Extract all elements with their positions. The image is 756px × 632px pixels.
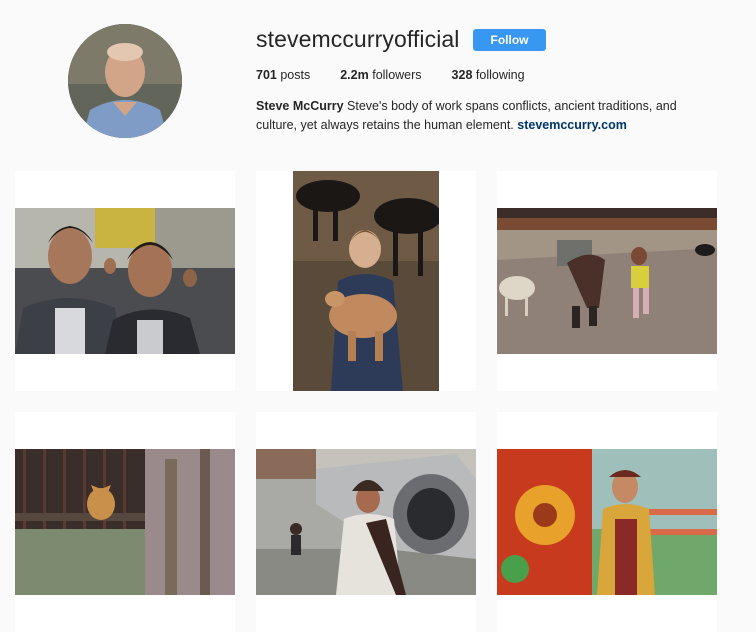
post-thumbnail[interactable] — [497, 412, 717, 632]
post-photo — [15, 208, 235, 354]
post-thumbnail[interactable] — [256, 412, 476, 632]
post-photo — [15, 449, 235, 595]
profile-bio: Steve McCurry Steve's body of work spans… — [256, 97, 696, 135]
post-thumbnail[interactable] — [256, 171, 476, 391]
bio-name: Steve McCurry — [256, 99, 344, 113]
profile-avatar[interactable] — [68, 24, 182, 138]
posts-count: 701 — [256, 68, 277, 82]
post-thumbnail[interactable] — [15, 412, 235, 632]
following-label: following — [475, 68, 525, 82]
avatar-photo — [68, 24, 182, 138]
post-photo — [497, 449, 717, 595]
post-photo — [497, 208, 717, 354]
profile-username: stevemccurryofficial — [256, 26, 460, 52]
posts-label: posts — [280, 68, 311, 82]
followers-count: 2.2m — [340, 68, 369, 82]
follow-button[interactable]: Follow — [473, 29, 546, 51]
followers-label: followers — [372, 68, 422, 82]
posts-stat: 701 posts — [256, 68, 310, 82]
following-count: 328 — [451, 68, 473, 82]
following-stat[interactable]: 328 following — [452, 68, 525, 82]
post-thumbnail[interactable] — [15, 171, 235, 391]
post-photo — [293, 171, 439, 391]
bio-website-link[interactable]: stevemccurry.com — [517, 118, 627, 132]
post-thumbnail[interactable] — [497, 171, 717, 391]
profile-stats: 701 posts 2.2m followers 328 following — [256, 68, 555, 82]
followers-stat[interactable]: 2.2m followers — [340, 68, 421, 82]
post-photo — [256, 449, 476, 595]
